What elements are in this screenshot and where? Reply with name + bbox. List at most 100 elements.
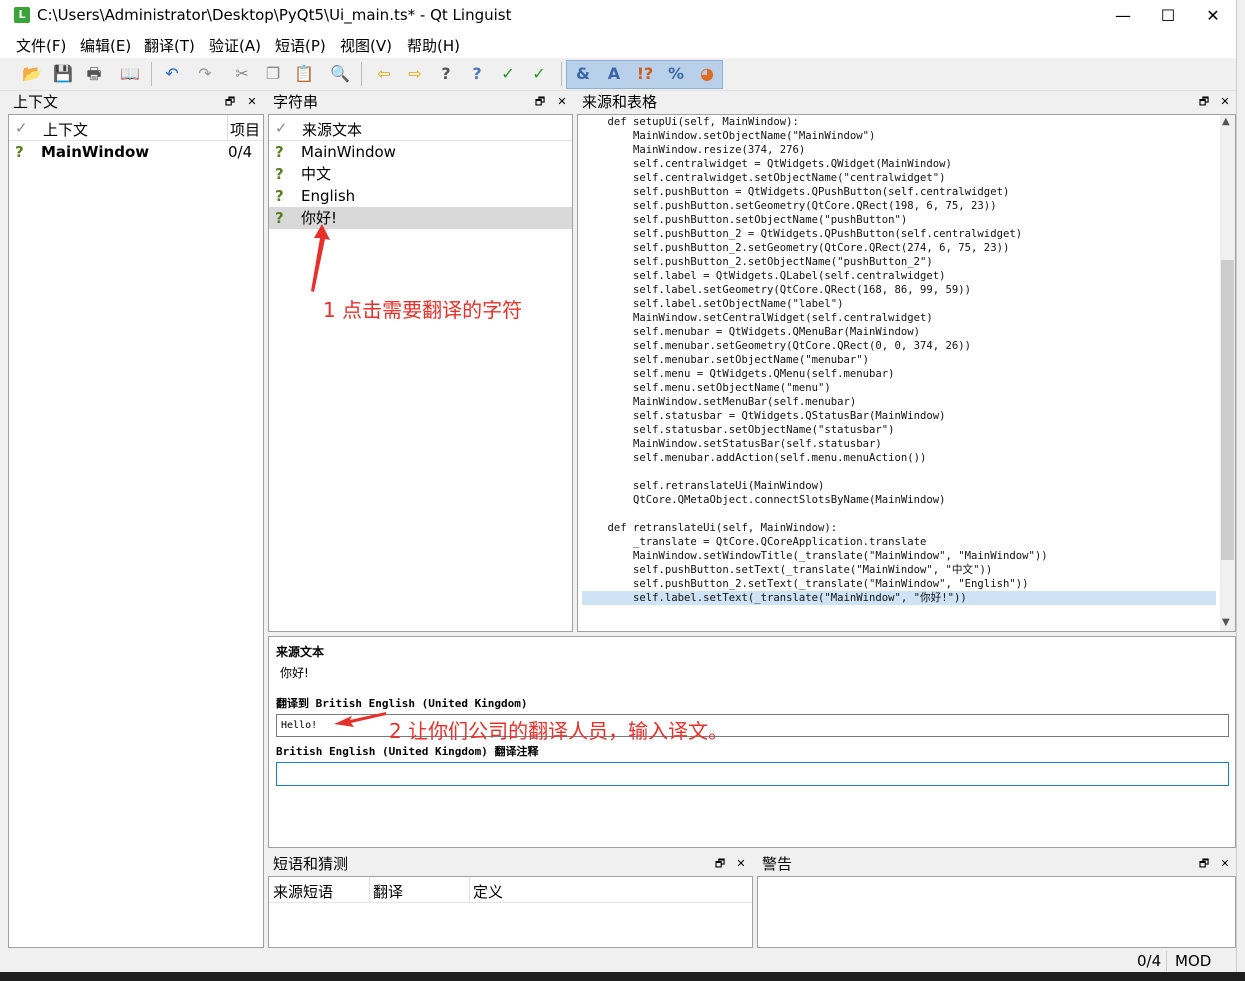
taskbar-edge [0, 972, 1245, 981]
annotation-step1: 1 点击需要翻译的字符 [323, 298, 523, 322]
question-icon: ? [275, 209, 284, 227]
code-line: self.pushButton.setObjectName("pushButto… [582, 214, 908, 226]
undo-icon[interactable]: ↶ [160, 62, 184, 86]
close-icon[interactable]: ✕ [555, 91, 569, 113]
source-text-label: 来源文本 [276, 645, 325, 659]
context-list: ✓ 上下文 项目 ? MainWindow 0/4 [8, 114, 264, 948]
prev-icon[interactable]: ⇦ [372, 62, 396, 86]
menu-view[interactable]: 视图(V) [340, 35, 392, 56]
done-icon[interactable]: ✓ [527, 62, 551, 86]
prev-unfinished-icon[interactable]: ? [434, 62, 458, 86]
translation-label: 翻译到 British English (United Kingdom) [276, 697, 528, 710]
context-row[interactable]: ? MainWindow 0/4 [9, 141, 263, 163]
string-row[interactable]: ? 中文 [269, 163, 572, 185]
code-line: self.centralwidget.setObjectName("centra… [582, 172, 946, 184]
code-line: self.menu = QtWidgets.QMenu(self.menubar… [582, 368, 895, 380]
menu-help[interactable]: 帮助(H) [407, 35, 460, 56]
code-line: QtCore.QMetaObject.connectSlotsByName(Ma… [582, 494, 946, 506]
placeholder-icon[interactable]: % [664, 62, 688, 86]
string-row[interactable]: ? English [269, 185, 572, 207]
minimize-button[interactable]: — [1100, 0, 1146, 31]
phrase-match-icon[interactable]: !? [633, 62, 657, 86]
menu-phrases[interactable]: 短语(P) [275, 35, 326, 56]
float-icon[interactable]: 🗗 [1197, 91, 1211, 113]
scrollbar-thumb[interactable] [1221, 260, 1234, 560]
phrases-pane-title: 短语和猜测 [268, 853, 753, 875]
menu-validate[interactable]: 验证(A) [209, 35, 261, 56]
check-icon: ✓ [275, 119, 288, 137]
accelerators-icon[interactable]: & [571, 62, 595, 86]
source-code-view: def setupUi(self, MainWindow): MainWindo… [577, 114, 1236, 632]
col-definition[interactable]: 定义 [473, 881, 503, 902]
cut-icon[interactable]: ✂ [230, 62, 254, 86]
comment-input[interactable] [276, 762, 1229, 786]
code-line: self.label.setObjectName("label") [582, 298, 844, 310]
col-context[interactable]: 上下文 [43, 119, 88, 140]
code-line: MainWindow.resize(374, 276) [582, 144, 806, 156]
paste-icon[interactable]: 📋 [292, 62, 316, 86]
code-line: MainWindow.setMenuBar(self.menubar) [582, 396, 857, 408]
find-icon[interactable]: 🔍 [328, 62, 352, 86]
code-line: self.statusbar.setObjectName("statusbar"… [582, 424, 895, 436]
save-icon[interactable]: 💾 [51, 62, 75, 86]
done-next-icon[interactable]: ✓ [496, 62, 520, 86]
string-text: 中文 [301, 165, 332, 183]
col-items[interactable]: 项目 [230, 119, 260, 140]
annotation-arrow-2 [334, 712, 386, 727]
float-icon[interactable]: 🗗 [223, 91, 237, 113]
question-icon: ? [275, 187, 284, 205]
scroll-down-icon[interactable]: ▼ [1222, 617, 1230, 628]
source-pane-title: 来源和表格 [577, 91, 1236, 113]
window-title: C:\Users\Administrator\Desktop\PyQt5\Ui_… [37, 6, 512, 24]
menu-file[interactable]: 文件(F) [16, 35, 66, 56]
toolbar-separator [151, 62, 152, 86]
code-line: self.statusbar = QtWidgets.QStatusBar(Ma… [582, 410, 946, 422]
redo-icon[interactable]: ↷ [193, 62, 217, 86]
float-icon[interactable]: 🗗 [713, 853, 727, 875]
phrasebook-icon[interactable]: 📖 [118, 62, 142, 86]
scroll-up-icon[interactable]: ▲ [1222, 116, 1230, 127]
app-icon: L [14, 7, 30, 23]
annotation-step2: 2 让你们公司的翻译人员，输入译文。 [389, 719, 729, 743]
float-icon[interactable]: 🗗 [533, 91, 547, 113]
surroundings-icon[interactable]: ◕ [695, 62, 719, 86]
menu-edit[interactable]: 编辑(E) [80, 35, 131, 56]
question-icon: ? [275, 165, 284, 183]
close-icon[interactable]: ✕ [1218, 91, 1232, 113]
float-icon[interactable]: 🗗 [1197, 853, 1211, 875]
code-line: self.menubar.addAction(self.menu.menuAct… [582, 452, 927, 464]
copy-icon[interactable]: ❐ [261, 62, 285, 86]
code-line: self.menubar = QtWidgets.QMenuBar(MainWi… [582, 326, 921, 338]
strings-pane-title: 字符串 [268, 91, 573, 113]
code-line: MainWindow.setCentralWidget(self.central… [582, 312, 933, 324]
source-text-value: 你好! [280, 666, 309, 680]
warnings-pane-title: 警告 [757, 853, 1236, 875]
code-line: self.centralwidget = QtWidgets.QWidget(M… [582, 158, 952, 170]
code-line: def retranslateUi(self, MainWindow): [582, 522, 838, 534]
menu-translate[interactable]: 翻译(T) [144, 35, 195, 56]
close-icon[interactable]: ✕ [734, 853, 748, 875]
code-line: self.pushButton_2.setGeometry(QtCore.QRe… [582, 242, 1010, 254]
print-icon[interactable]: 🖶 [82, 62, 106, 86]
close-icon[interactable]: ✕ [245, 91, 259, 113]
code-lines: def setupUi(self, MainWindow): MainWindo… [582, 115, 1216, 605]
close-window-button[interactable]: ✕ [1190, 0, 1236, 31]
col-source[interactable]: 来源文本 [302, 119, 362, 140]
next-unfinished-icon[interactable]: ? [465, 62, 489, 86]
string-row[interactable]: ? MainWindow [269, 141, 572, 163]
code-line: self.menu.setObjectName("menu") [582, 382, 831, 394]
open-icon[interactable]: 📂 [20, 62, 44, 86]
warnings-list [757, 876, 1236, 948]
close-icon[interactable]: ✕ [1218, 853, 1232, 875]
punctuation-icon[interactable]: A [602, 62, 626, 86]
col-divider [369, 877, 370, 903]
string-text: MainWindow [301, 143, 396, 161]
comment-label: British English (United Kingdom) 翻译注释 [276, 745, 539, 758]
col-source-phrase[interactable]: 来源短语 [273, 881, 333, 902]
maximize-button[interactable]: ☐ [1145, 0, 1191, 31]
strings-header: ✓ 来源文本 [269, 115, 572, 141]
col-translation[interactable]: 翻译 [373, 881, 403, 902]
next-icon[interactable]: ⇨ [403, 62, 427, 86]
phrases-header: 来源短语 翻译 定义 [269, 877, 752, 903]
